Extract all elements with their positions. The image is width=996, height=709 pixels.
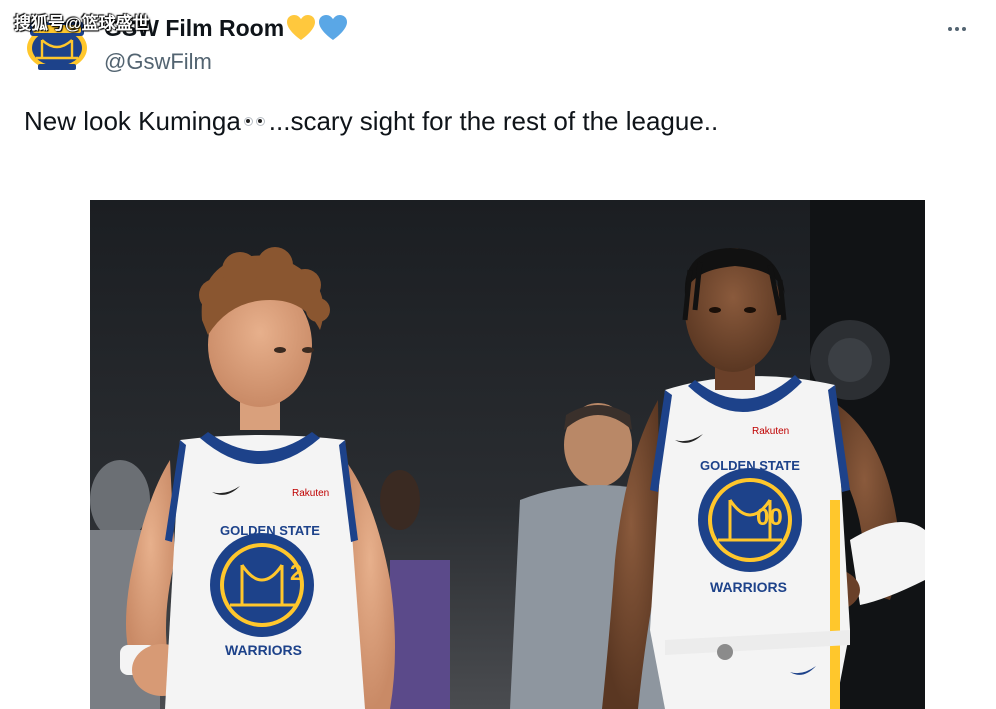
left-jersey-team-top: GOLDEN STATE <box>220 523 320 538</box>
more-dot-icon <box>955 27 959 31</box>
more-options-button[interactable] <box>942 18 972 40</box>
tweet-card: 搜狐号@篮球盛世 GSW Film Room @GswFilm New look… <box>0 0 996 709</box>
eyes-emoji-icon <box>243 117 265 126</box>
author-handle[interactable]: @GswFilm <box>104 49 212 75</box>
tweet-text-part1: New look Kuminga <box>24 106 241 136</box>
tweet-photo[interactable]: 2 GOLDEN STATE WARRIORS Rakuten 00 GOLDE… <box>90 200 925 709</box>
background-person <box>90 460 150 540</box>
more-dot-icon <box>962 27 966 31</box>
right-jersey-number: 00 <box>756 504 783 531</box>
right-jersey-sponsor: Rakuten <box>752 426 789 437</box>
right-jersey-team-bottom: WARRIORS <box>710 579 787 595</box>
photo-illustration: 2 GOLDEN STATE WARRIORS Rakuten 00 GOLDE… <box>90 200 925 709</box>
tweet-text-part2: ...scary sight for the rest of the leagu… <box>268 106 719 136</box>
left-jersey-team-bottom: WARRIORS <box>225 642 302 658</box>
blue-heart-icon <box>318 14 348 42</box>
right-jersey-team-top: GOLDEN STATE <box>700 458 800 473</box>
watermark-text: 搜狐号@篮球盛世 <box>14 14 150 33</box>
tweet-text: New look Kuminga ...scary sight for the … <box>24 106 718 137</box>
left-jersey-sponsor: Rakuten <box>292 488 329 499</box>
yellow-heart-icon <box>286 14 316 42</box>
left-jersey-number: 2 <box>290 560 302 585</box>
more-dot-icon <box>948 27 952 31</box>
